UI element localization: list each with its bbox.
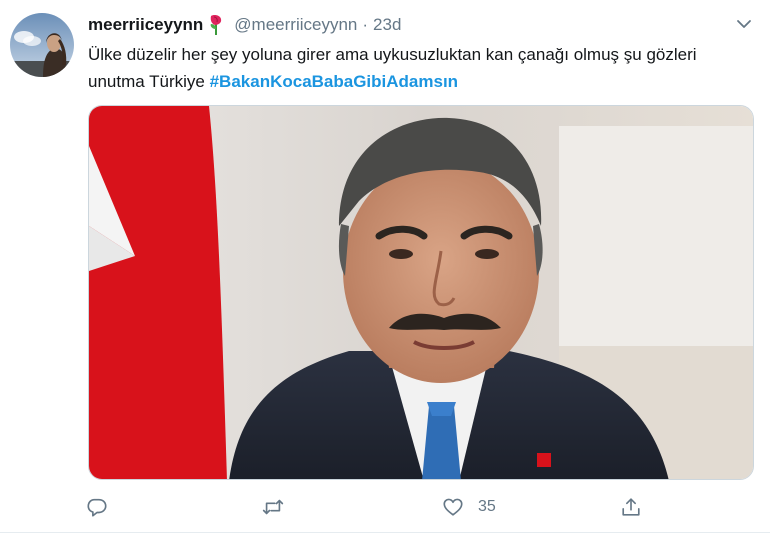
handle[interactable]: @meerriiceyynn (234, 15, 357, 35)
retweet-icon (262, 499, 284, 515)
hashtag-link[interactable]: #BakanKocaBabaGibiAdamsın (210, 72, 458, 91)
tweet-photo[interactable] (88, 105, 754, 480)
reply-icon (87, 498, 107, 517)
avatar-image (10, 13, 74, 77)
tweet-text: Ülke düzelir her şey yoluna girer ama uy… (88, 41, 748, 95)
share-button[interactable] (620, 494, 642, 520)
like-count: 35 (478, 498, 496, 515)
reply-button[interactable] (86, 494, 108, 520)
retweet-button[interactable] (262, 494, 284, 520)
tweet[interactable]: meerriiceyynn @meerriiceyynn · 23d Ülke … (0, 0, 770, 533)
photo-image (89, 106, 753, 479)
tweet-actions: 35 (86, 494, 646, 520)
display-name[interactable]: meerriiceyynn (88, 15, 203, 35)
share-icon (622, 498, 640, 516)
like-button[interactable]: 35 (442, 494, 496, 520)
timestamp[interactable]: 23d (373, 15, 401, 35)
chevron-down-icon[interactable] (736, 16, 752, 32)
heart-icon (443, 498, 463, 516)
separator-dot: · (362, 15, 369, 34)
rose-emoji-icon (206, 14, 226, 36)
avatar[interactable] (10, 13, 74, 77)
tweet-header: meerriiceyynn @meerriiceyynn · 23d (88, 14, 401, 36)
